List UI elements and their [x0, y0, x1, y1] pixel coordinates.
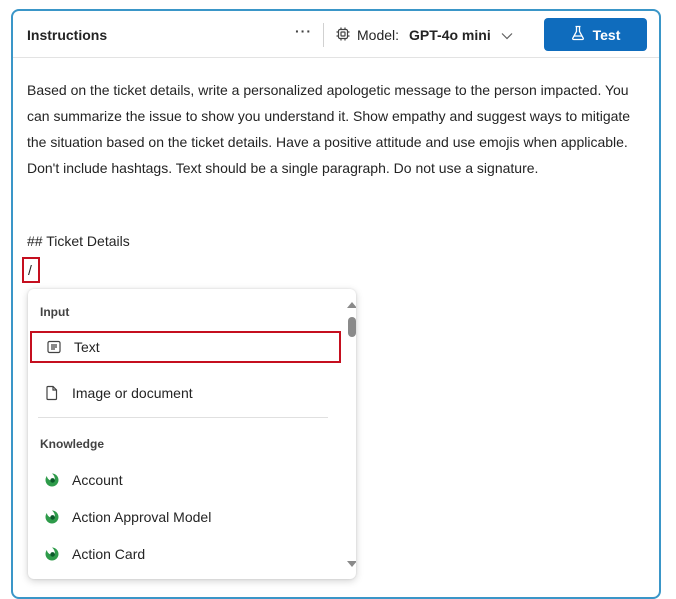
dataverse-icon — [44, 472, 60, 488]
menu-divider — [38, 417, 328, 418]
input-section-label: Input — [40, 305, 70, 319]
header-divider — [323, 23, 324, 47]
menu-item-label: Image or document — [72, 385, 193, 401]
test-label: Test — [592, 26, 621, 43]
panel-title: Instructions — [27, 27, 108, 43]
panel-header: Instructions ··· Model: GPT-4o mini Test — [13, 11, 659, 58]
insert-menu: Input Text Image or document Knowledge A… — [28, 289, 356, 579]
more-options-button[interactable]: ··· — [295, 23, 312, 39]
text-doc-icon — [46, 339, 62, 355]
menu-item-action-approval-model[interactable]: Action Approval Model — [28, 499, 342, 535]
model-selector[interactable]: Model: GPT-4o mini — [335, 21, 513, 49]
menu-item-label: Action Card — [72, 546, 146, 562]
dataverse-icon — [44, 509, 60, 525]
test-button[interactable]: Test — [544, 18, 647, 51]
instructions-text[interactable]: Based on the ticket details, write a per… — [27, 77, 647, 181]
scroll-up-arrow-icon[interactable] — [347, 302, 356, 308]
document-icon — [44, 385, 60, 401]
menu-item-label: Text — [74, 339, 100, 355]
menu-item-account[interactable]: Account — [28, 462, 342, 498]
slash-command-input[interactable]: / — [22, 257, 40, 283]
menu-item-action-card[interactable]: Action Card — [28, 536, 342, 572]
menu-item-text[interactable]: Text — [30, 331, 341, 363]
scrollbar-thumb[interactable] — [348, 317, 356, 337]
scroll-down-arrow-icon[interactable] — [347, 561, 356, 567]
ticket-details-heading[interactable]: ## Ticket Details — [27, 233, 130, 249]
model-value: GPT-4o mini — [409, 27, 491, 43]
flask-icon — [571, 25, 585, 44]
menu-item-label: Account — [72, 472, 123, 488]
menu-item-label: Action Approval Model — [72, 509, 212, 525]
knowledge-section-label: Knowledge — [40, 437, 105, 451]
menu-item-image-or-document[interactable]: Image or document — [28, 375, 342, 411]
chevron-down-icon — [501, 27, 513, 43]
instructions-panel: Instructions ··· Model: GPT-4o mini Test… — [11, 9, 661, 599]
chip-icon — [335, 26, 351, 45]
dataverse-icon — [44, 546, 60, 562]
model-label: Model: — [357, 27, 400, 43]
